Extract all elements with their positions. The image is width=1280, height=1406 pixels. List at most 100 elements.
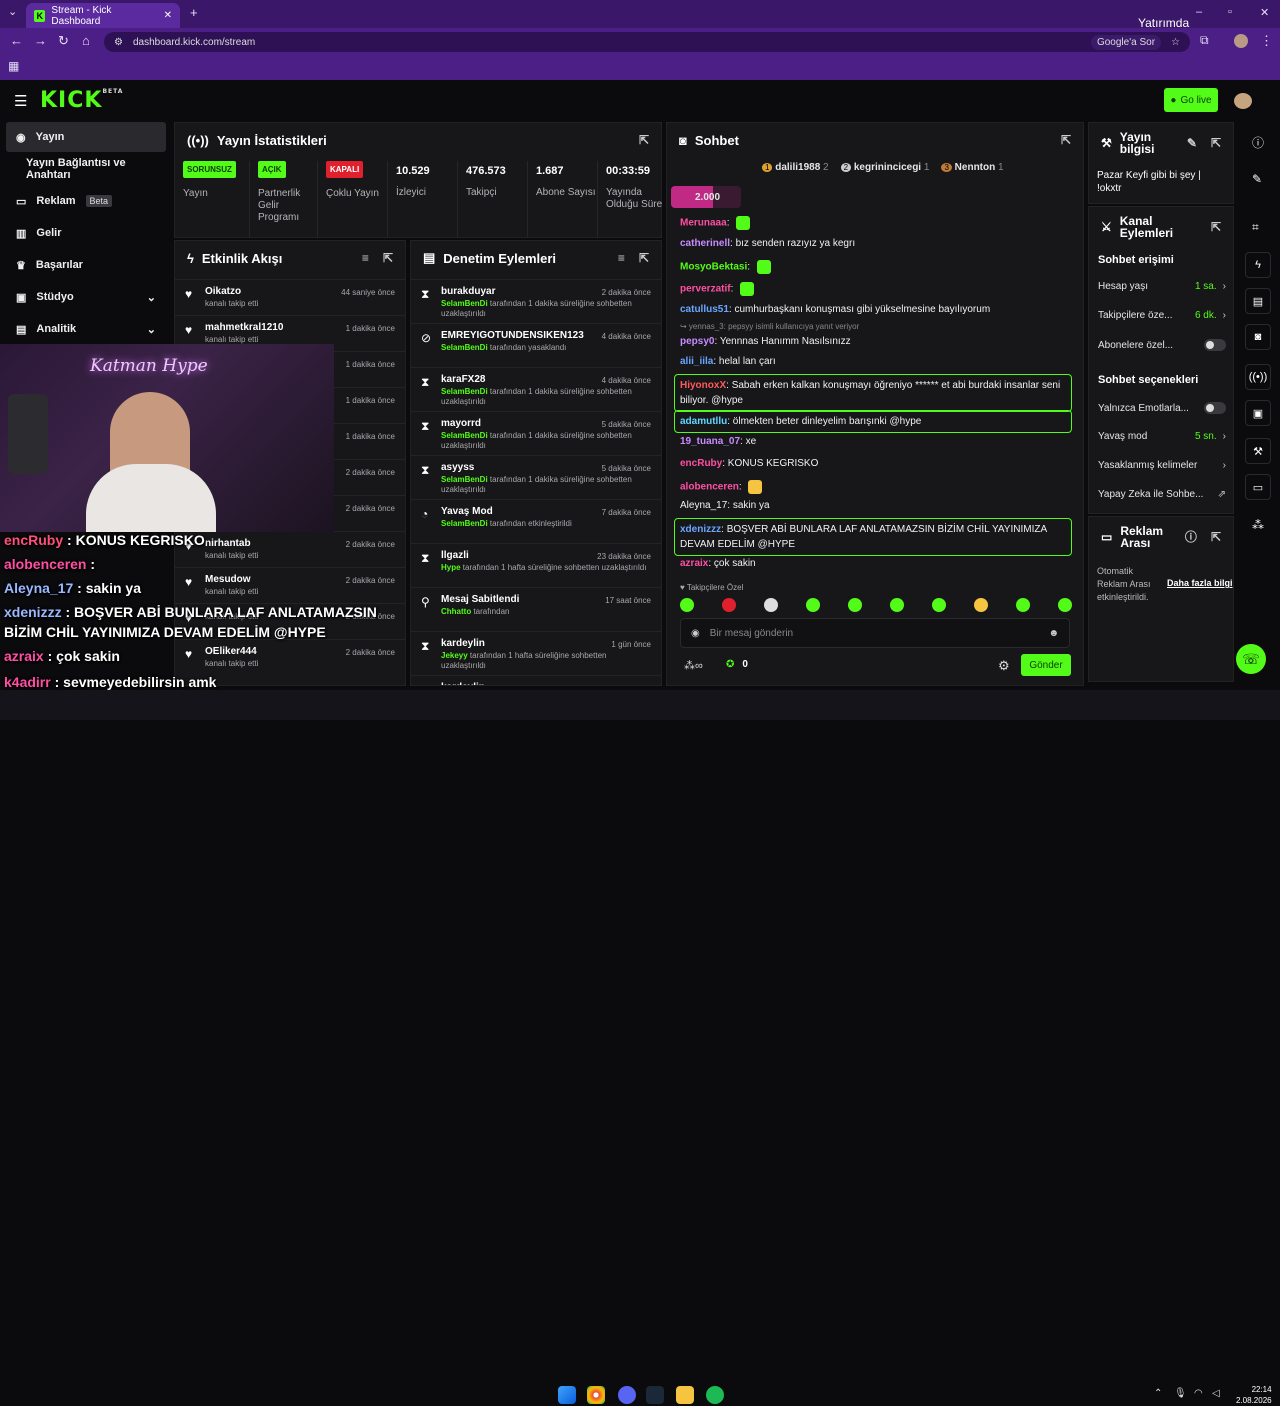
chat-username[interactable]: 19_tuana_07	[680, 436, 740, 447]
rail-document-button[interactable]: ▤	[1245, 288, 1271, 314]
chat-username[interactable]: catullus51	[680, 304, 729, 315]
channel-setting-row[interactable]: Yalnızca Emotlarla...	[1098, 402, 1226, 414]
chat-username[interactable]: azraix	[680, 558, 708, 569]
folder-icon[interactable]	[676, 1386, 694, 1404]
reload-icon[interactable]: ↻	[58, 33, 69, 49]
popout-icon[interactable]: ⇱	[639, 133, 649, 147]
menu-icon[interactable]: ⋮	[1260, 33, 1273, 49]
emote-icon[interactable]	[806, 598, 820, 612]
chat-username[interactable]: Merunaaa	[680, 218, 727, 229]
emote-icon[interactable]	[974, 598, 988, 612]
chat-message[interactable]: azraix: çok sakin	[680, 558, 756, 569]
spotify-icon[interactable]	[706, 1386, 724, 1404]
chat-username[interactable]: encRuby	[680, 458, 722, 469]
moderator-name[interactable]: Jekeyy	[441, 651, 468, 660]
rail-apps-icon[interactable]: ⁂	[1252, 518, 1264, 532]
sidebar-item-stream-key[interactable]: Yayın Bağlantısı ve Anahtarı	[6, 154, 166, 184]
channel-setting-row[interactable]: Abonelere özel...	[1098, 339, 1226, 351]
setting-toggle[interactable]	[1204, 339, 1226, 351]
moderator-name[interactable]: SelamBenDi	[441, 475, 488, 484]
tray-chevron-icon[interactable]: ⌃	[1154, 1388, 1162, 1399]
chat-username[interactable]: catherinell	[680, 238, 730, 249]
chat-message[interactable]: perverzatif:	[680, 282, 755, 296]
popout-icon[interactable]: ⇱	[1211, 531, 1221, 543]
chat-message-highlighted[interactable]: xdenizzz: BOŞVER ABİ BUNLARA LAF ANLATAM…	[674, 518, 1072, 556]
edit-icon[interactable]: ✎	[1187, 137, 1197, 149]
filter-icon[interactable]: ≡	[362, 251, 369, 265]
start-icon[interactable]	[558, 1386, 576, 1404]
chevron-right-icon[interactable]: ›	[1223, 460, 1226, 471]
chat-username[interactable]: perverzatif	[680, 284, 731, 295]
chat-message[interactable]: catullus51: cumhurbaşkanı konuşması gibi…	[680, 304, 990, 315]
emote-icon[interactable]	[1058, 598, 1072, 612]
sidebar-item-stream[interactable]: ◉ Yayın	[6, 122, 166, 152]
info-icon[interactable]: ⓘ	[1252, 134, 1264, 151]
chat-username[interactable]: Aleyna_17	[680, 500, 727, 511]
edit-icon[interactable]: ✎	[1252, 172, 1262, 186]
sidebar-item-analytics[interactable]: ▤ Analitik ⌄	[6, 314, 166, 344]
popout-icon[interactable]: ⇱	[1211, 221, 1221, 233]
chevron-right-icon[interactable]: ›	[1223, 281, 1226, 292]
popout-icon[interactable]: ⇱	[639, 251, 649, 265]
chrome-icon[interactable]	[587, 1386, 605, 1404]
chat-message-highlighted[interactable]: HiyonoxX: Sabah erken kalkan konuşmayı ö…	[674, 374, 1072, 412]
wifi-icon[interactable]: ◠	[1194, 1388, 1203, 1399]
channel-points[interactable]: ✪ 0	[726, 659, 748, 670]
chat-message[interactable]: alobenceren:	[680, 480, 763, 494]
send-button[interactable]: Gönder	[1021, 654, 1071, 676]
rail-broadcast-button[interactable]: ((•))	[1245, 364, 1271, 390]
channel-setting-row[interactable]: Yavaş mod 5 sn. ›	[1098, 431, 1226, 442]
chat-username[interactable]: alobenceren	[680, 482, 739, 493]
home-icon[interactable]: ⌂	[82, 33, 90, 48]
steam-icon[interactable]	[646, 1386, 664, 1404]
chat-message[interactable]: Aleyna_17: sakin ya	[680, 500, 770, 511]
support-button[interactable]: ☏	[1236, 644, 1266, 674]
chat-message[interactable]: alii_iila: helal lan çarı	[680, 356, 776, 367]
maximize-icon[interactable]: ▫	[1228, 6, 1232, 18]
go-live-button[interactable]: ● Go live	[1164, 88, 1218, 112]
chat-message[interactable]: 19_tuana_07: xe	[680, 436, 756, 447]
moderator-name[interactable]: SelamBenDi	[441, 519, 488, 528]
setting-toggle[interactable]	[1204, 402, 1226, 414]
user-avatar[interactable]	[1234, 93, 1252, 109]
scan-icon[interactable]: ⌗	[1252, 220, 1259, 235]
moderator-name[interactable]: SelamBenDi	[441, 387, 488, 396]
close-window-icon[interactable]: ✕	[1260, 6, 1269, 19]
external-link-icon[interactable]: ⇗	[1218, 489, 1226, 500]
volume-icon[interactable]: ◁	[1212, 1388, 1220, 1399]
channel-setting-row[interactable]: Yasaklanmış kelimeler ›	[1098, 460, 1226, 471]
chat-username[interactable]: adamutllu	[680, 416, 727, 427]
info-icon[interactable]: ⓘ	[1185, 531, 1197, 543]
hamburger-icon[interactable]: ☰	[14, 92, 27, 110]
sidebar-item-revenue[interactable]: ▥ Gelir	[6, 218, 166, 248]
mic-icon[interactable]: 🎙	[1174, 1388, 1187, 1399]
new-tab-icon[interactable]: +	[190, 5, 198, 20]
emote-icon[interactable]	[680, 598, 694, 612]
moderator-name[interactable]: Hype	[441, 563, 461, 572]
browser-tab[interactable]: K Stream - Kick Dashboard ✕	[26, 3, 180, 28]
popout-icon[interactable]: ⇱	[1211, 137, 1221, 149]
site-info-icon[interactable]: ⚙	[114, 37, 123, 48]
back-icon[interactable]: ←	[10, 33, 23, 48]
filter-icon[interactable]: ≡	[618, 251, 625, 265]
google-ask-button[interactable]: Google'a Sor	[1090, 34, 1162, 50]
chevron-right-icon[interactable]: ›	[1223, 431, 1226, 442]
extensions-icon[interactable]: ⧉	[1200, 33, 1209, 48]
chat-input[interactable]: ◉ Bir mesaj gönderin ☻	[680, 618, 1070, 648]
rail-chat-button[interactable]: ◙	[1245, 324, 1271, 350]
chat-username[interactable]: alii_iila	[680, 356, 713, 367]
chat-message[interactable]: MosyoBektasi:	[680, 260, 771, 274]
rail-layout-button[interactable]: ▭	[1245, 474, 1271, 500]
tab-search-icon[interactable]: ⌄	[8, 5, 17, 18]
chat-message[interactable]: Merunaaa:	[680, 216, 751, 230]
chevron-right-icon[interactable]: ›	[1223, 310, 1226, 321]
moderator-name[interactable]: Chhatto	[441, 607, 471, 616]
discord-icon[interactable]	[618, 1386, 636, 1404]
forward-icon[interactable]: →	[34, 33, 47, 48]
emoji-icon[interactable]: ☻	[1048, 628, 1059, 639]
channel-setting-row[interactable]: Takipçilere öze... 6 dk. ›	[1098, 310, 1226, 321]
points-icon[interactable]: ⁂∞	[684, 659, 703, 672]
chat-username[interactable]: MosyoBektasi	[680, 262, 747, 273]
emote-icon[interactable]	[932, 598, 946, 612]
chat-username[interactable]: xdenizzz	[680, 524, 721, 535]
